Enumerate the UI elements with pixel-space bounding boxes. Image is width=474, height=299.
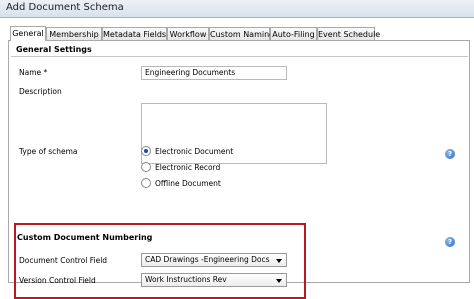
version-control-select[interactable]: Work Instructions Rev bbox=[141, 273, 287, 287]
doc-control-label: Document Control Field bbox=[19, 256, 108, 265]
radio-electronic-record[interactable]: Electronic Record bbox=[141, 162, 220, 174]
schema-type-label: Type of schema bbox=[19, 147, 78, 156]
tab-metadata-fields[interactable]: Metadata Fields bbox=[102, 27, 167, 40]
tab-custom-naming[interactable]: Custom Naming bbox=[209, 27, 274, 40]
radio-label: Electronic Record bbox=[155, 163, 221, 172]
name-input[interactable]: Engineering Documents bbox=[141, 66, 287, 80]
help-icon[interactable]: ? bbox=[445, 237, 455, 247]
version-control-value: Work Instructions Rev bbox=[145, 275, 227, 284]
tab-auto-filing[interactable]: Auto-Filing bbox=[270, 27, 317, 40]
description-label: Description bbox=[19, 87, 62, 96]
radio-label: Electronic Document bbox=[155, 147, 234, 156]
window-titlebar: Add Document Schema bbox=[0, 0, 474, 18]
radio-offline-document[interactable]: Offline Document bbox=[141, 178, 221, 190]
general-panel: General Settings Name * Engineering Docu… bbox=[8, 40, 470, 299]
chevron-down-icon[interactable] bbox=[276, 259, 282, 263]
name-label: Name * bbox=[19, 68, 48, 77]
radio-icon[interactable] bbox=[141, 162, 151, 172]
general-settings-header: General Settings bbox=[11, 44, 468, 57]
help-icon[interactable]: ? bbox=[445, 149, 455, 159]
doc-control-value: CAD Drawings -Engineering Docs bbox=[145, 255, 270, 264]
tab-event-schedule[interactable]: Event Schedule bbox=[317, 27, 380, 40]
tab-membership[interactable]: Membership bbox=[46, 27, 102, 40]
radio-selected-icon[interactable] bbox=[141, 146, 151, 156]
chevron-down-icon[interactable] bbox=[276, 279, 282, 283]
window-title: Add Document Schema bbox=[6, 2, 124, 13]
dialog-body: General Membership Metadata Fields Workf… bbox=[0, 18, 474, 299]
tab-general[interactable]: General bbox=[10, 26, 46, 41]
radio-electronic-document[interactable]: Electronic Document bbox=[141, 146, 233, 158]
radio-label: Offline Document bbox=[155, 179, 221, 188]
tab-workflow[interactable]: Workflow bbox=[167, 27, 209, 40]
doc-control-select[interactable]: CAD Drawings -Engineering Docs bbox=[141, 253, 287, 267]
custom-numbering-header: Custom Document Numbering bbox=[17, 233, 153, 242]
radio-icon[interactable] bbox=[141, 178, 151, 188]
